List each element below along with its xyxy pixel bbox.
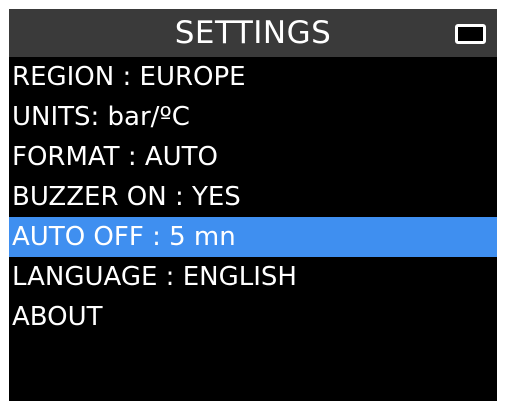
menu-item-about[interactable]: ABOUT (9, 297, 497, 337)
menu-item-buzzer[interactable]: BUZZER ON : YES (9, 177, 497, 217)
menu-item-region[interactable]: REGION : EUROPE (9, 57, 497, 97)
page-title: SETTINGS (174, 15, 332, 51)
settings-menu: REGION : EUROPE UNITS: bar/ºC FORMAT : A… (9, 57, 497, 337)
menu-item-format[interactable]: FORMAT : AUTO (9, 137, 497, 177)
title-bar: SETTINGS (9, 9, 497, 57)
menu-item-auto-off[interactable]: AUTO OFF : 5 mn (9, 217, 497, 257)
battery-icon (455, 24, 486, 44)
menu-item-units[interactable]: UNITS: bar/ºC (9, 97, 497, 137)
device-screen: SETTINGS REGION : EUROPE UNITS: bar/ºC F… (9, 9, 497, 401)
menu-item-language[interactable]: LANGUAGE : ENGLISH (9, 257, 497, 297)
